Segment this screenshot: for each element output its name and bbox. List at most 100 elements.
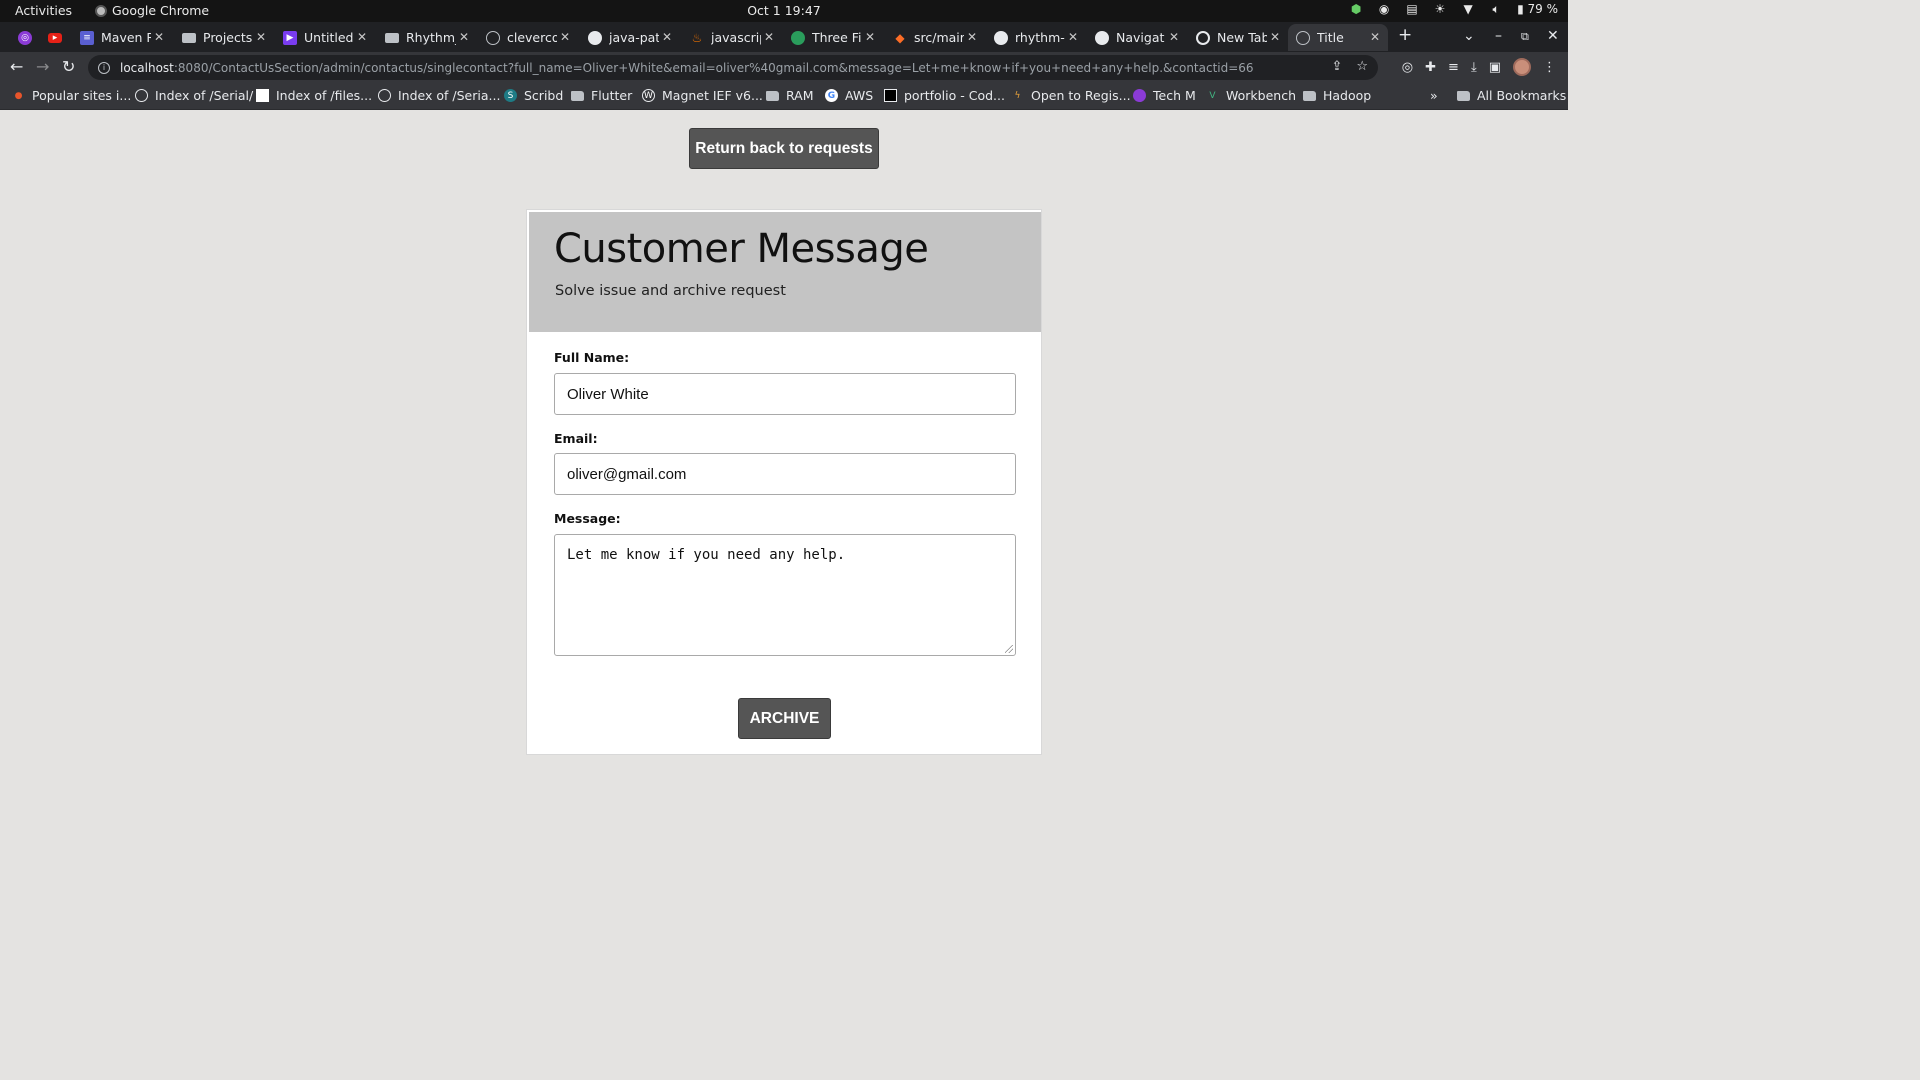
url-path: :8080/ContactUsSection/admin/contactus/s…	[173, 60, 1254, 75]
bookmark-hadoop[interactable]: Hadoop	[1303, 88, 1371, 103]
record-icon[interactable]: ◉	[1377, 2, 1391, 16]
address-bar[interactable]: i localhost:8080/ContactUsSection/admin/…	[88, 55, 1378, 80]
return-to-requests-button[interactable]: Return back to requests	[689, 128, 879, 169]
close-icon[interactable]: ✕	[1169, 30, 1179, 44]
bookmark-label: Popular sites i...	[32, 88, 132, 103]
tab-label: Title	[1317, 30, 1344, 45]
tab-new-tab[interactable]: New Tab ✕	[1188, 24, 1288, 51]
close-icon[interactable]: ✕	[560, 30, 570, 44]
full-name-field[interactable]: Oliver White	[554, 373, 1016, 415]
tab-three[interactable]: Three Fi ✕	[783, 24, 883, 51]
bookmark-all-bookmarks[interactable]: All Bookmarks	[1457, 88, 1566, 103]
tab-title-active[interactable]: Title ✕	[1288, 24, 1388, 51]
tab-untitled[interactable]: ▶ Untitled ✕	[275, 24, 375, 51]
window-close-icon[interactable]: ✕	[1547, 28, 1559, 44]
tab-cleverco[interactable]: cleverco ✕	[478, 24, 578, 51]
url-text[interactable]: localhost:8080/ContactUsSection/admin/co…	[120, 61, 1254, 75]
extensions-puzzle-icon[interactable]: ✚	[1425, 60, 1436, 75]
bookmark-flutter[interactable]: Flutter	[571, 88, 632, 103]
email-field[interactable]: oliver@gmail.com	[554, 453, 1016, 495]
bookmark-workbench[interactable]: V Workbench	[1206, 88, 1296, 103]
close-icon[interactable]: ✕	[662, 30, 672, 44]
bookmark-portfolio[interactable]: portfolio - Cod...	[884, 88, 1005, 103]
tab-java-pat[interactable]: java-pat ✕	[580, 24, 680, 51]
tab-src-main[interactable]: ◆ src/mair ✕	[885, 24, 985, 51]
lens-icon[interactable]: ◎	[1402, 60, 1413, 75]
download-icon[interactable]: ⤓	[1471, 60, 1477, 75]
bookmark-index-files[interactable]: Index of /files...	[256, 88, 372, 103]
system-tray[interactable]: ⬢ ◉ ▤ ☀ ▼ 🔈︎ ▮ 79 %	[1349, 2, 1558, 17]
bookmark-scribd[interactable]: S Scribd	[504, 88, 563, 103]
close-icon[interactable]: ✕	[967, 30, 977, 44]
bookmarks-overflow-chevron-icon[interactable]: »	[1430, 88, 1438, 103]
forward-arrow-icon[interactable]: →	[36, 57, 49, 76]
tab-maven[interactable]: ≡ Maven R ✕	[72, 24, 172, 51]
site-info-icon[interactable]: i	[98, 61, 110, 74]
close-icon[interactable]: ✕	[865, 30, 875, 44]
bookmark-index-serial[interactable]: Index of /Serial/	[135, 88, 253, 103]
reload-icon[interactable]: ↻	[62, 57, 75, 76]
battery-percent: 79 %	[1527, 2, 1559, 16]
bookmark-label: Workbench	[1226, 88, 1296, 103]
tab-projects[interactable]: Projects ✕	[174, 24, 274, 51]
battery-indicator[interactable]: ▮ 79 %	[1517, 2, 1558, 16]
google-icon: G	[825, 89, 838, 102]
bookmark-label: Tech M	[1153, 88, 1196, 103]
clipboard-icon[interactable]: ▤	[1405, 2, 1419, 16]
maven-icon: ≡	[80, 30, 94, 45]
tab-tor[interactable]: ◎	[10, 24, 36, 51]
message-textarea[interactable]: Let me know if you need any help.	[554, 534, 1016, 656]
archive-button[interactable]: ARCHIVE	[738, 698, 831, 739]
folder-icon	[1303, 90, 1316, 101]
message-text: Let me know if you need any help.	[567, 547, 846, 563]
tab-rhythm-gh[interactable]: rhythm- ✕	[986, 24, 1086, 51]
globe-icon	[486, 30, 500, 45]
menu-kebab-icon[interactable]: ⋮	[1543, 60, 1556, 75]
close-icon[interactable]: ✕	[256, 30, 266, 44]
profile-avatar[interactable]	[1513, 58, 1531, 76]
close-icon[interactable]: ✕	[357, 30, 367, 44]
close-icon[interactable]: ✕	[764, 30, 774, 44]
gitlab-icon: ◆	[895, 30, 905, 45]
bookmark-star-icon[interactable]: ☆	[1356, 59, 1368, 74]
bookmark-label: All Bookmarks	[1477, 88, 1567, 103]
close-icon[interactable]: ✕	[459, 30, 469, 44]
bookmark-magnet[interactable]: W Magnet IEF v6...	[642, 88, 763, 103]
shield-icon[interactable]: ⬢	[1349, 2, 1363, 16]
tab-youtube[interactable]: ▸	[40, 24, 70, 51]
tab-javascript[interactable]: ♨ javascrip ✕	[682, 24, 782, 51]
brightness-icon[interactable]: ☀	[1433, 2, 1447, 16]
bookmark-ram[interactable]: RAM	[766, 88, 814, 103]
tab-label: Projects	[203, 30, 253, 45]
customer-message-card: Customer Message Solve issue and archive…	[526, 209, 1042, 755]
tab-label: Untitled	[304, 30, 354, 45]
new-tab-plus-icon[interactable]: +	[1398, 25, 1412, 45]
share-icon[interactable]: ⇪	[1331, 59, 1342, 74]
restore-icon[interactable]: ⧉	[1521, 30, 1529, 44]
bookmark-open-to-regis[interactable]: ϟ Open to Regis...	[1011, 88, 1131, 103]
tab-search-chevron-icon[interactable]: ⌄	[1463, 28, 1475, 44]
wifi-icon[interactable]: ▼	[1461, 2, 1475, 16]
tab-strip: ◎ ▸ ≡ Maven R ✕ Projects ✕ ▶ Untitled ✕ …	[0, 22, 1568, 52]
bookmark-popular-sites[interactable]: ● Popular sites i...	[12, 88, 132, 103]
close-icon[interactable]: ✕	[154, 30, 164, 44]
clock[interactable]: Oct 1 19:47	[0, 3, 1568, 18]
side-panel-icon[interactable]: ▣	[1489, 60, 1501, 75]
close-icon[interactable]: ✕	[1068, 30, 1078, 44]
close-icon[interactable]: ✕	[1270, 30, 1280, 44]
back-arrow-icon[interactable]: ←	[10, 57, 23, 76]
tab-rhythm[interactable]: Rhythm_ ✕	[377, 24, 477, 51]
bookmark-tech-m[interactable]: Tech M	[1133, 88, 1196, 103]
minimize-icon[interactable]: –	[1495, 28, 1502, 44]
bookmark-label: Index of /Seria...	[398, 88, 501, 103]
resize-grip-icon[interactable]	[1005, 645, 1013, 653]
close-icon[interactable]: ✕	[1370, 30, 1380, 44]
bookmark-index-seria[interactable]: Index of /Seria...	[378, 88, 500, 103]
reading-list-icon[interactable]: ≡	[1448, 60, 1459, 75]
folder-icon	[385, 32, 399, 43]
tab-navigat[interactable]: Navigat ✕	[1087, 24, 1187, 51]
tab-label: cleverco	[507, 30, 557, 45]
bookmark-aws[interactable]: G AWS	[825, 88, 873, 103]
bookmark-label: AWS	[845, 88, 874, 103]
volume-icon[interactable]: 🔈︎	[1489, 2, 1503, 16]
